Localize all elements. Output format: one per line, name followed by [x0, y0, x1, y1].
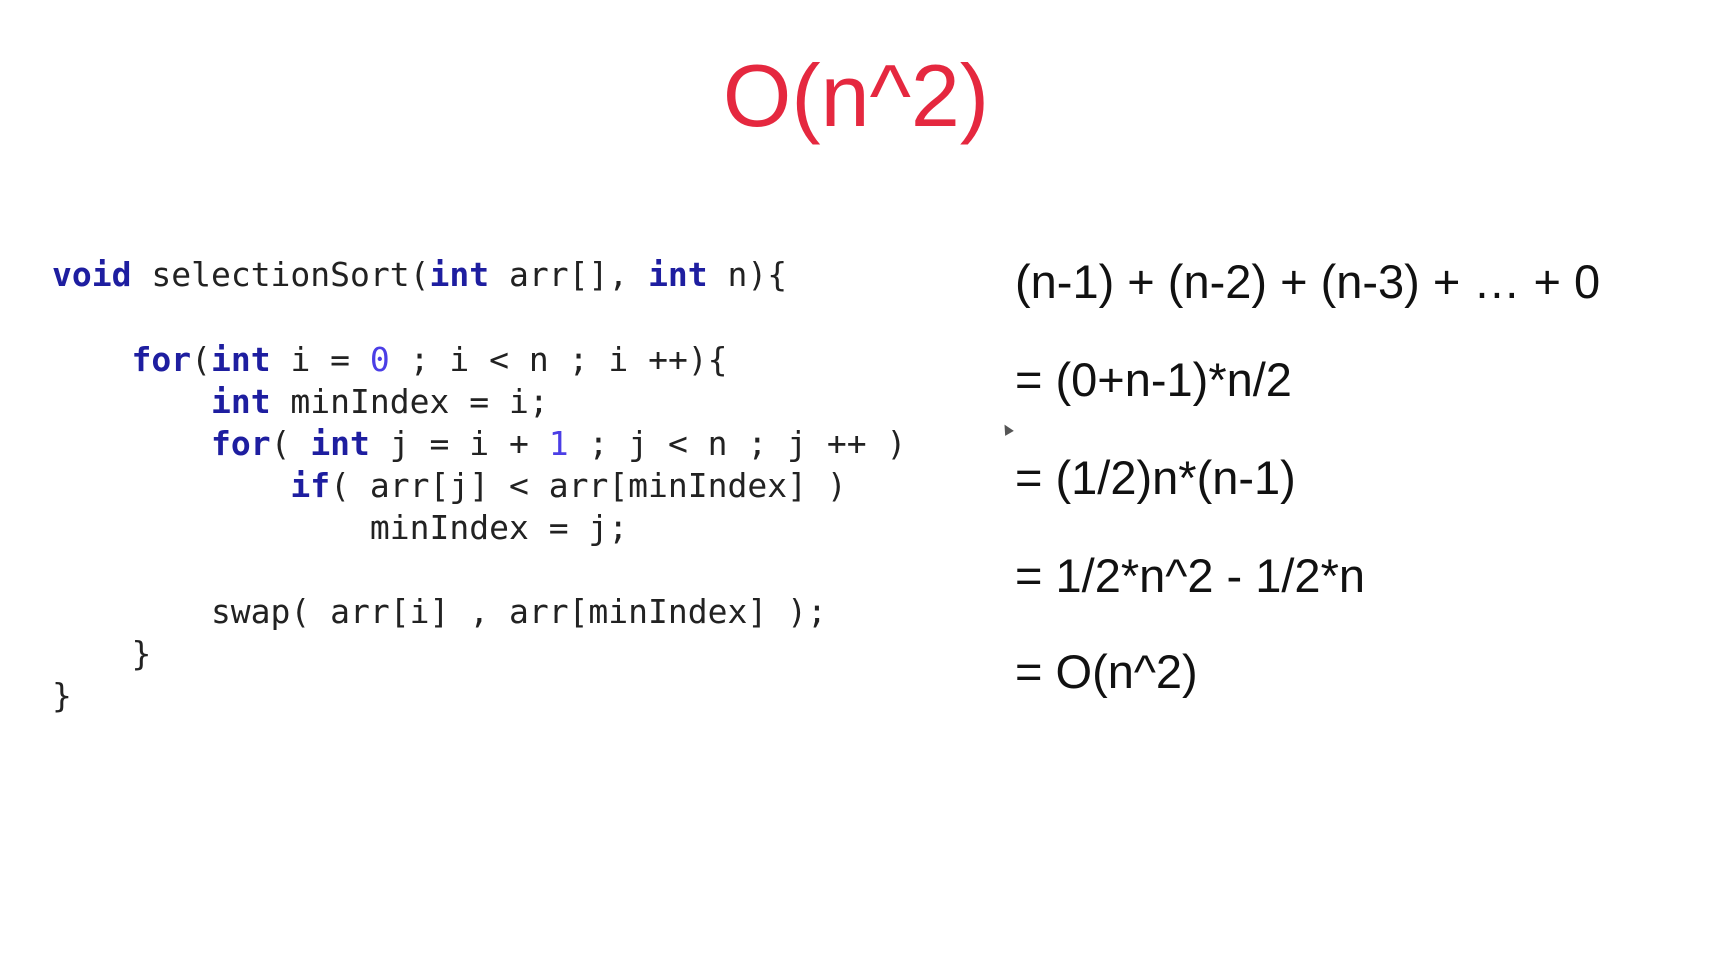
keyword: for [131, 340, 192, 379]
keyword: int [210, 382, 271, 421]
math-line-3: = (1/2)n*(n-1) [1015, 451, 1296, 504]
number-literal: 0 [369, 340, 390, 379]
math-line-5: = O(n^2) [1015, 645, 1198, 698]
math-line-1: (n-1) + (n-2) + (n-3) + … + 0 [1015, 255, 1601, 308]
code-line-9: } [52, 676, 72, 715]
mouse-cursor-icon [1000, 422, 1014, 436]
code-text: arr[], [489, 255, 649, 294]
keyword: int [310, 424, 370, 463]
number-literal: 1 [548, 424, 569, 463]
code-line-8: } [52, 634, 152, 673]
keyword: if [290, 466, 331, 505]
code-text: j = i + [369, 424, 549, 463]
code-line-3: int minIndex = i; [52, 385, 549, 418]
math-line-2: = (0+n-1)*n/2 [1015, 353, 1292, 406]
code-line-2: for(int i = 0 ; i < n ; i ++){ [52, 340, 728, 379]
code-text: selectionSort( [131, 255, 430, 294]
code-text: ( arr[j] < arr[minIndex] ) [330, 466, 847, 505]
math-line-4: = 1/2*n^2 - 1/2*n [1015, 549, 1365, 602]
code-text: ( [270, 424, 311, 463]
code-text: ; i < n ; i ++){ [389, 340, 728, 379]
keyword: void [52, 255, 132, 294]
page-title: O(n^2) [722, 46, 990, 145]
code-block: void selectionSort(int arr[], int n){ fo… [52, 258, 906, 960]
keyword: int [210, 340, 271, 379]
code-text: n){ [707, 255, 788, 294]
code-line-4: for( int j = i + 1 ; j < n ; j ++ ) [52, 427, 906, 460]
code-line-7: swap( arr[i] , arr[minIndex] ); [52, 592, 827, 631]
code-text: i = [270, 340, 370, 379]
code-line-1: void selectionSort(int arr[], int n){ [52, 258, 787, 291]
code-text: ; j < n ; j ++ ) [568, 424, 907, 463]
keyword: int [429, 255, 490, 294]
code-line-6: minIndex = j; [52, 508, 629, 547]
code-line-5: if( arr[j] < arr[minIndex] ) [52, 466, 847, 505]
keyword: for [210, 424, 271, 463]
code-text: ( [191, 340, 211, 379]
keyword: int [648, 255, 708, 294]
code-text: minIndex = i; [270, 382, 549, 421]
